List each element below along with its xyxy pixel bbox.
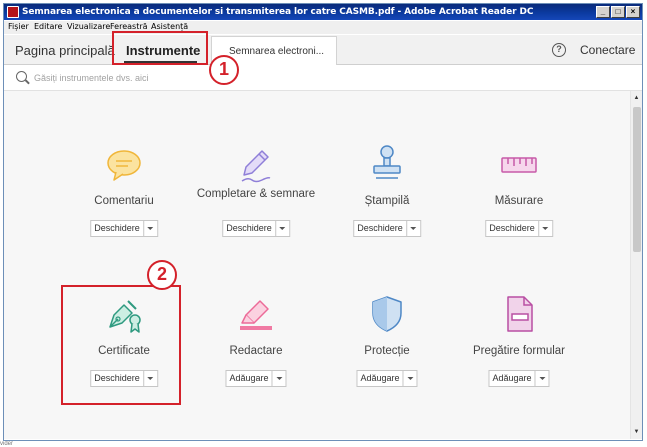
tool-card-measure: Măsurare Deschidere <box>454 91 584 241</box>
sign-in-link[interactable]: Conectare <box>580 43 635 57</box>
menu-view[interactable]: Vizualizare <box>67 22 110 31</box>
acrobat-app-icon <box>7 6 19 18</box>
chevron-down-icon[interactable] <box>534 371 549 386</box>
tool-label-prepare-form: Pregătire formular <box>472 345 566 357</box>
open-button-label: Deschidere <box>226 223 272 233</box>
tool-card-comment: Comentariu Deschidere <box>59 91 189 241</box>
open-button-measure[interactable]: Deschidere <box>485 220 553 237</box>
fill-sign-icon[interactable] <box>236 145 276 185</box>
tool-label-measure: Măsurare <box>494 195 544 207</box>
add-button-label: Adăugare <box>492 373 532 383</box>
chevron-down-icon[interactable] <box>142 221 157 236</box>
vertical-scrollbar[interactable]: ▲ ▼ <box>630 91 642 439</box>
tool-label-fill-sign: Completare & semnare <box>196 188 316 200</box>
tool-card-fill-sign: Completare & semnare Deschidere <box>191 91 321 241</box>
maximize-button[interactable]: □ <box>611 6 625 18</box>
highlight-box-tools-tab <box>112 31 208 65</box>
scroll-down-arrow-icon[interactable]: ▼ <box>631 427 642 437</box>
tool-card-redact: Redactare Adăugare <box>191 241 321 401</box>
tool-label-comment: Comentariu <box>94 195 154 207</box>
tab-home[interactable]: Pagina principală <box>15 43 115 58</box>
shield-icon[interactable] <box>367 294 407 334</box>
open-button-label: Deschidere <box>489 223 535 233</box>
tool-card-protect: Protecție Adăugare <box>322 241 452 401</box>
form-icon[interactable] <box>499 294 539 334</box>
highlight-box-certificates <box>61 285 181 405</box>
chevron-down-icon[interactable] <box>274 221 289 236</box>
app-window: Semnarea electronica a documentelor si t… <box>3 3 643 441</box>
tabs-bar: Pagina principală Instrumente Semnarea e… <box>4 35 642 65</box>
chevron-down-icon[interactable] <box>402 371 417 386</box>
add-button-prepare-form[interactable]: Adăugare <box>488 370 550 387</box>
stamp-icon[interactable] <box>367 143 407 183</box>
tools-search-bar <box>4 65 642 91</box>
redact-marker-icon[interactable] <box>236 293 276 333</box>
scroll-thumb[interactable] <box>633 107 641 252</box>
tool-card-stamp: Ștampilă Deschidere <box>322 91 452 241</box>
menu-help[interactable]: Asistență <box>151 22 188 31</box>
add-button-label: Adăugare <box>360 373 400 383</box>
tool-label-redact: Redactare <box>229 345 283 357</box>
tool-label-stamp: Ștampilă <box>364 195 410 207</box>
chevron-down-icon[interactable] <box>537 221 552 236</box>
window-title: Semnarea electronica a documentelor si t… <box>22 7 534 17</box>
menu-file[interactable]: Fișier <box>8 22 29 31</box>
menu-window[interactable]: Fereastră <box>110 22 148 31</box>
add-button-label: Adăugare <box>229 373 269 383</box>
title-bar: Semnarea electronica a documentelor si t… <box>4 4 642 20</box>
chevron-down-icon[interactable] <box>271 371 286 386</box>
open-button-label: Deschidere <box>94 223 140 233</box>
chevron-down-icon[interactable] <box>405 221 420 236</box>
ruler-icon[interactable] <box>499 145 539 185</box>
step-badge-1: 1 <box>209 55 239 85</box>
step-badge-2: 2 <box>147 260 177 290</box>
add-button-protect[interactable]: Adăugare <box>356 370 418 387</box>
search-icon <box>16 71 27 82</box>
open-button-label: Deschidere <box>357 223 403 233</box>
open-button-stamp[interactable]: Deschidere <box>353 220 421 237</box>
add-button-redact[interactable]: Adăugare <box>225 370 287 387</box>
help-icon[interactable]: ? <box>552 43 566 57</box>
tool-label-protect: Protecție <box>364 345 410 357</box>
window-controls: _ □ × <box>596 6 640 18</box>
open-button-comment[interactable]: Deschidere <box>90 220 158 237</box>
open-button-fill-sign[interactable]: Deschidere <box>222 220 290 237</box>
minimize-button[interactable]: _ <box>596 6 610 18</box>
close-button[interactable]: × <box>626 6 640 18</box>
menu-edit[interactable]: Editare <box>34 22 62 31</box>
menu-bar: Fișier Editare Vizualizare Fereastră Asi… <box>4 21 642 34</box>
tool-card-prepare-form: Pregătire formular Adăugare <box>454 241 584 401</box>
comment-icon[interactable] <box>104 146 144 186</box>
status-fragment: vider <box>0 441 14 447</box>
tab-document-label: Semnarea electroni... <box>229 46 325 57</box>
scroll-up-arrow-icon[interactable]: ▲ <box>631 93 642 103</box>
